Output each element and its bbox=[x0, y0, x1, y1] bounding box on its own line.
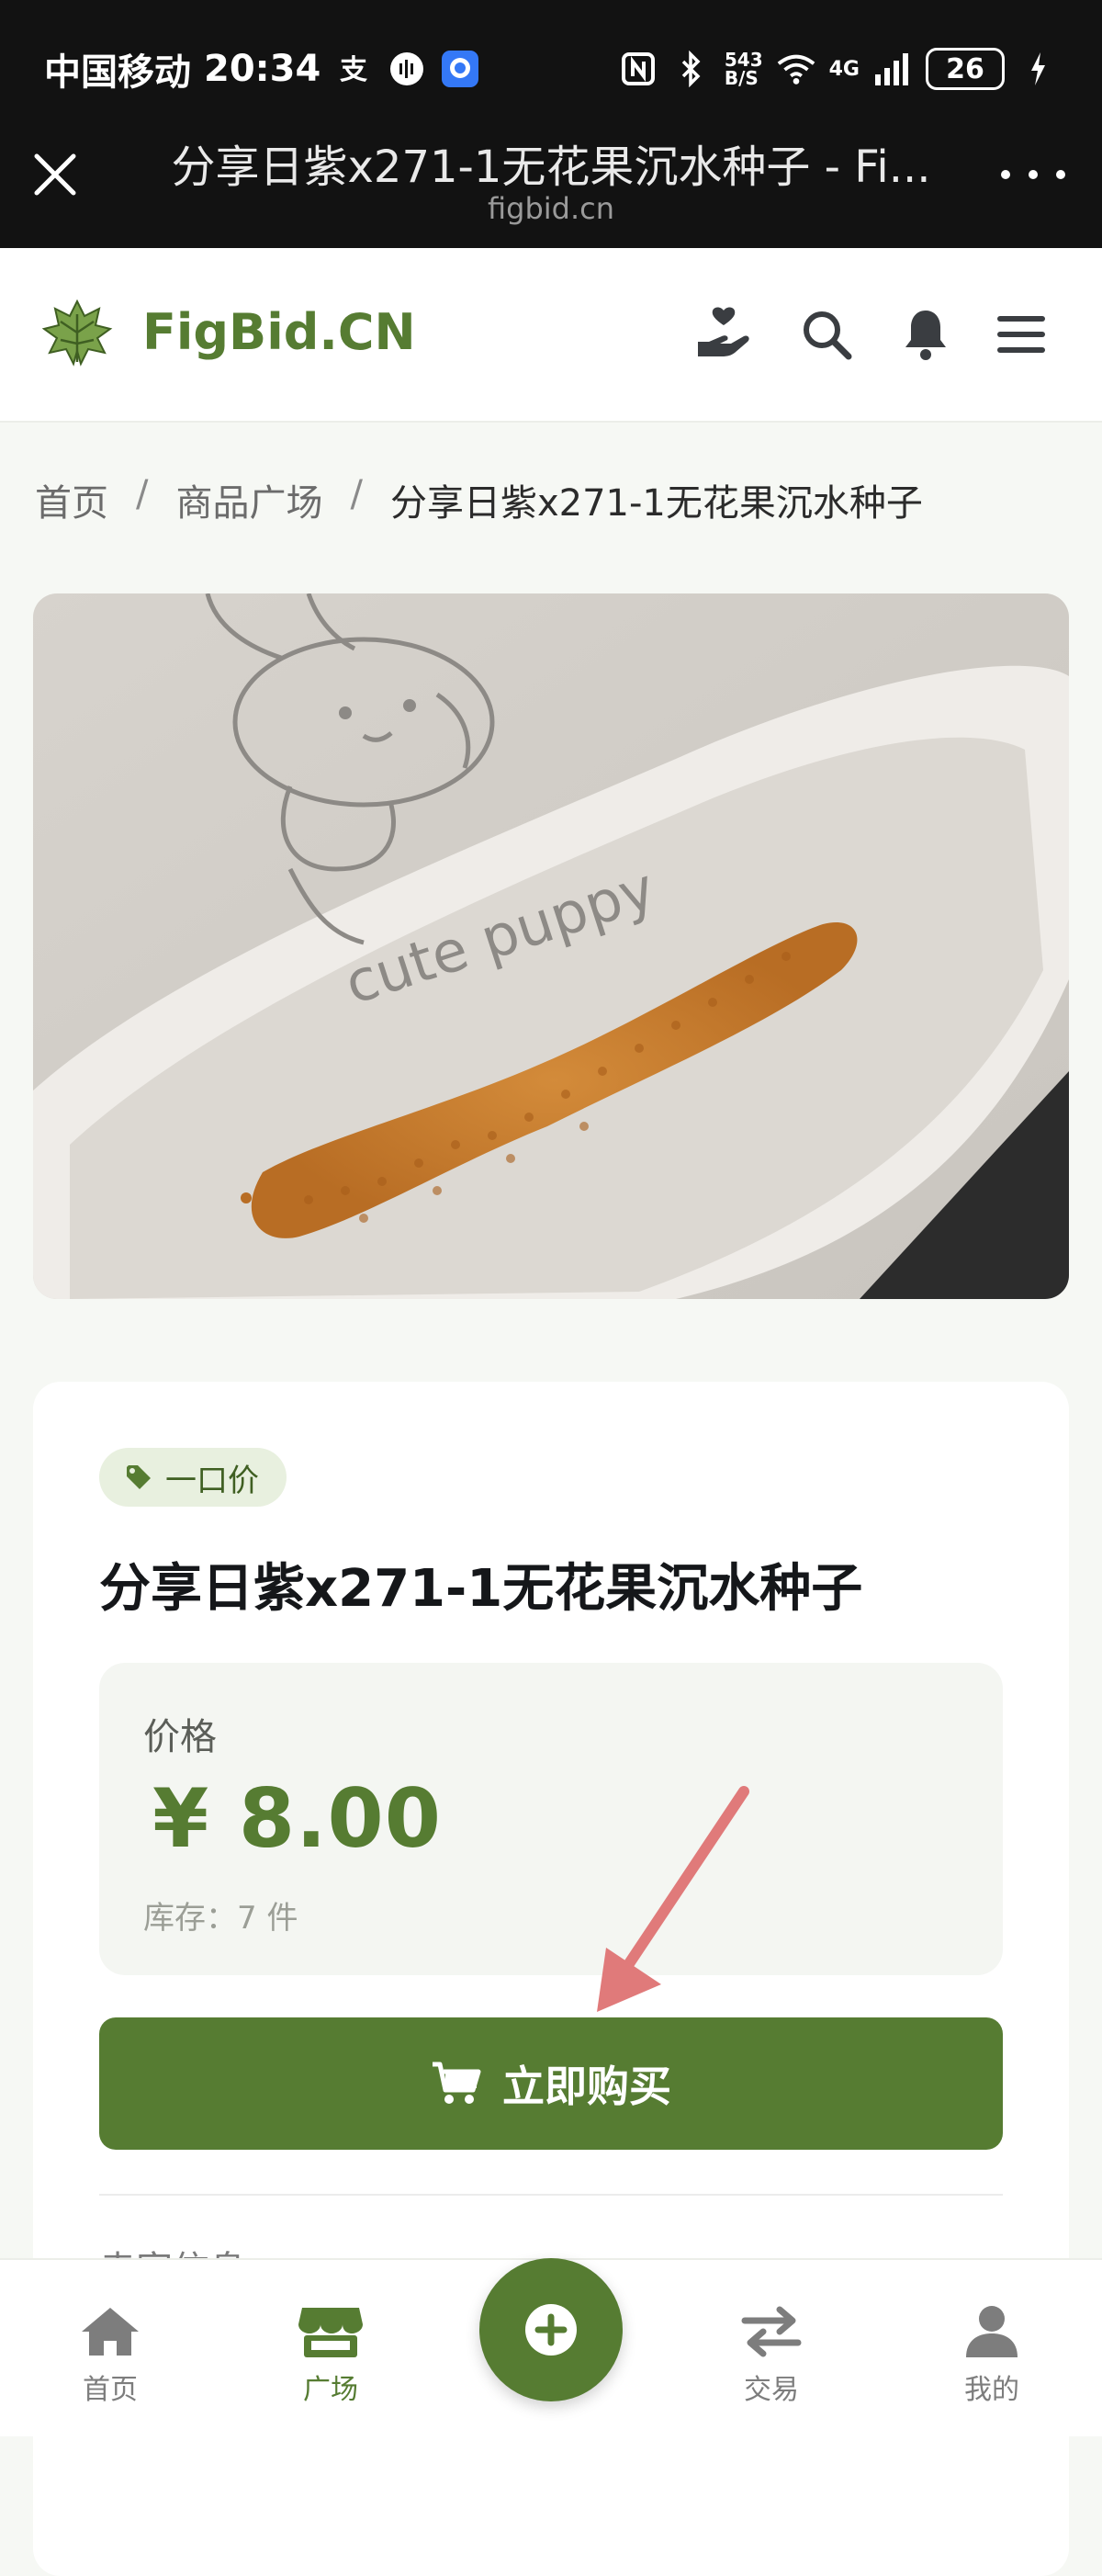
product-photo[interactable]: cute puppy bbox=[33, 593, 1069, 1299]
close-icon bbox=[34, 153, 76, 196]
more-dot-icon bbox=[1029, 170, 1038, 179]
breadcrumb-separator: / bbox=[350, 473, 363, 515]
carrier-label: 中国移动 bbox=[44, 51, 191, 94]
svg-text:支: 支 bbox=[340, 54, 367, 86]
plus-icon bbox=[525, 2304, 577, 2356]
nav-trade-label: 交易 bbox=[744, 2374, 799, 2406]
price-panel: 价格 ¥ 8.00 库存：7 件 bbox=[99, 1663, 1003, 1975]
site-header: FigBid.CN bbox=[0, 248, 1102, 423]
charging-icon bbox=[1018, 49, 1058, 89]
bell-icon[interactable] bbox=[896, 305, 955, 364]
product-title: 分享日紫x271-1无花果沉水种子 bbox=[99, 1559, 863, 1619]
stock-label: 库存：7 件 bbox=[143, 1900, 298, 1937]
annotation-arrow-icon bbox=[597, 1786, 749, 2012]
bluetooth-icon bbox=[671, 49, 712, 89]
price-label: 价格 bbox=[143, 1716, 217, 1758]
status-bar: 中国移动 20:34 支 543 B/S 4G 26 分享日紫x271-1无花果… bbox=[0, 0, 1102, 248]
breadcrumb-home[interactable]: 首页 bbox=[35, 473, 108, 526]
browser-page-title: 分享日紫x271-1无花果沉水种子 - Fi... bbox=[171, 141, 931, 193]
browser-domain: figbid.cn bbox=[487, 191, 615, 226]
nfc-icon bbox=[618, 49, 658, 89]
battery-level: 26 bbox=[946, 52, 984, 85]
brand-name[interactable]: FigBid.CN bbox=[142, 303, 416, 361]
breadcrumb-market[interactable]: 商品广场 bbox=[175, 473, 322, 526]
network-type: 4G bbox=[828, 57, 860, 81]
more-dot-icon bbox=[1056, 170, 1065, 179]
more-dot-icon bbox=[1001, 170, 1010, 179]
more-options-button[interactable] bbox=[1001, 156, 1065, 193]
tag-icon bbox=[127, 1465, 151, 1489]
add-listing-button[interactable] bbox=[479, 2258, 623, 2401]
nav-home[interactable]: 首页 bbox=[37, 2304, 184, 2407]
alipay-icon: 支 bbox=[333, 49, 374, 89]
battery-indicator: 26 bbox=[926, 48, 1005, 90]
section-divider bbox=[99, 2194, 1003, 2196]
menu-icon[interactable] bbox=[992, 305, 1051, 364]
fig-leaf-logo-icon[interactable] bbox=[40, 296, 114, 369]
breadcrumb-current: 分享日紫x271-1无花果沉水种子 bbox=[389, 482, 923, 525]
close-button[interactable] bbox=[28, 147, 83, 202]
badge-label: 一口价 bbox=[165, 1462, 259, 1499]
network-speed: 543 B/S bbox=[724, 49, 763, 89]
app-notification-icon bbox=[440, 49, 480, 89]
store-icon bbox=[298, 2308, 363, 2357]
buy-now-label: 立即购买 bbox=[502, 2062, 671, 2111]
user-icon bbox=[966, 2306, 1018, 2357]
nav-home-label: 首页 bbox=[83, 2374, 138, 2406]
nav-me[interactable]: 我的 bbox=[918, 2304, 1065, 2407]
nav-me-label: 我的 bbox=[964, 2374, 1019, 2406]
swap-icon bbox=[741, 2306, 802, 2357]
nav-market[interactable]: 广场 bbox=[257, 2304, 404, 2407]
browser-bar: 分享日紫x271-1无花果沉水种子 - Fi... figbid.cn bbox=[0, 110, 1102, 248]
nav-trade[interactable]: 交易 bbox=[698, 2304, 845, 2407]
wifi-icon bbox=[776, 49, 816, 89]
breadcrumb: 首页 / 商品广场 / 分享日紫x271-1无花果沉水种子 bbox=[35, 473, 923, 526]
search-icon[interactable] bbox=[797, 305, 856, 364]
breadcrumb-separator: / bbox=[136, 473, 149, 515]
price-type-badge: 一口价 bbox=[99, 1448, 287, 1507]
time-label: 20:34 bbox=[204, 48, 321, 90]
charity-hand-icon[interactable] bbox=[694, 305, 753, 364]
signal-icon bbox=[872, 49, 913, 89]
audio-icon bbox=[387, 49, 427, 89]
cart-icon bbox=[433, 2062, 481, 2104]
buy-now-button[interactable]: 立即购买 bbox=[99, 2017, 1003, 2150]
price-value: ¥ 8.00 bbox=[152, 1771, 442, 1866]
home-icon bbox=[82, 2308, 139, 2356]
nav-market-label: 广场 bbox=[303, 2374, 358, 2406]
